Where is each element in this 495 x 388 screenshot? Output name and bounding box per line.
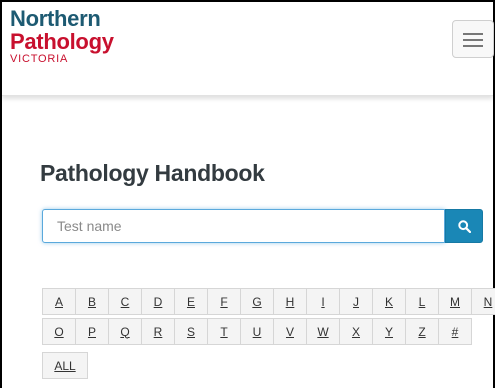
- alphabet-link-v[interactable]: V: [273, 318, 307, 345]
- menu-toggle-button[interactable]: [452, 20, 494, 58]
- alphabet-link-c[interactable]: C: [108, 288, 142, 315]
- alphabet-link-y[interactable]: Y: [372, 318, 406, 345]
- alphabet-link-l[interactable]: L: [405, 288, 439, 315]
- alphabet-link-d[interactable]: D: [141, 288, 175, 315]
- alphabet-link-g[interactable]: G: [240, 288, 274, 315]
- logo-text-pathology: Pathology: [10, 29, 114, 54]
- alphabet-row-2: O P Q R S T U V W X Y Z #: [42, 318, 472, 345]
- alphabet-link-f[interactable]: F: [207, 288, 241, 315]
- alphabet-link-o[interactable]: O: [42, 318, 76, 345]
- logo-text-victoria: VICTORIA: [10, 53, 69, 65]
- alphabet-link-j[interactable]: J: [339, 288, 373, 315]
- alphabet-link-r[interactable]: R: [141, 318, 175, 345]
- alphabet-link-h[interactable]: H: [273, 288, 307, 315]
- alphabet-link-m[interactable]: M: [438, 288, 472, 315]
- alphabet-link-e[interactable]: E: [174, 288, 208, 315]
- alphabet-link-u[interactable]: U: [240, 318, 274, 345]
- alphabet-link-q[interactable]: Q: [108, 318, 142, 345]
- alphabet-link-k[interactable]: K: [372, 288, 406, 315]
- page-title: Pathology Handbook: [40, 160, 265, 186]
- alphabet-link-p[interactable]: P: [75, 318, 109, 345]
- alphabet-link-x[interactable]: X: [339, 318, 373, 345]
- alphabet-row-1: ABCDEFGHIJKLMN: [42, 288, 495, 315]
- alphabet-link-w[interactable]: W: [306, 318, 340, 345]
- alphabet-link-a[interactable]: A: [42, 288, 76, 315]
- alphabet-link-all[interactable]: ALL: [42, 352, 88, 379]
- northern-pathology-logo[interactable]: Northern Pathology VICTORIA: [10, 7, 114, 65]
- alphabet-link-t[interactable]: T: [207, 318, 241, 345]
- alphabet-link-b[interactable]: B: [75, 288, 109, 315]
- logo-text-northern: Northern: [10, 6, 101, 31]
- site-header: Northern Pathology VICTORIA: [2, 2, 494, 96]
- search-input[interactable]: [42, 209, 445, 243]
- alphabet-row-3: ALL: [42, 352, 88, 379]
- alphabet-link-n[interactable]: N: [471, 288, 495, 315]
- alphabet-link-z[interactable]: Z: [405, 318, 439, 345]
- search-button[interactable]: [445, 209, 483, 243]
- alphabet-link-hash[interactable]: #: [438, 318, 472, 345]
- search-bar: [42, 209, 483, 243]
- search-icon: [458, 220, 471, 233]
- alphabet-link-i[interactable]: I: [306, 288, 340, 315]
- alphabet-link-s[interactable]: S: [174, 318, 208, 345]
